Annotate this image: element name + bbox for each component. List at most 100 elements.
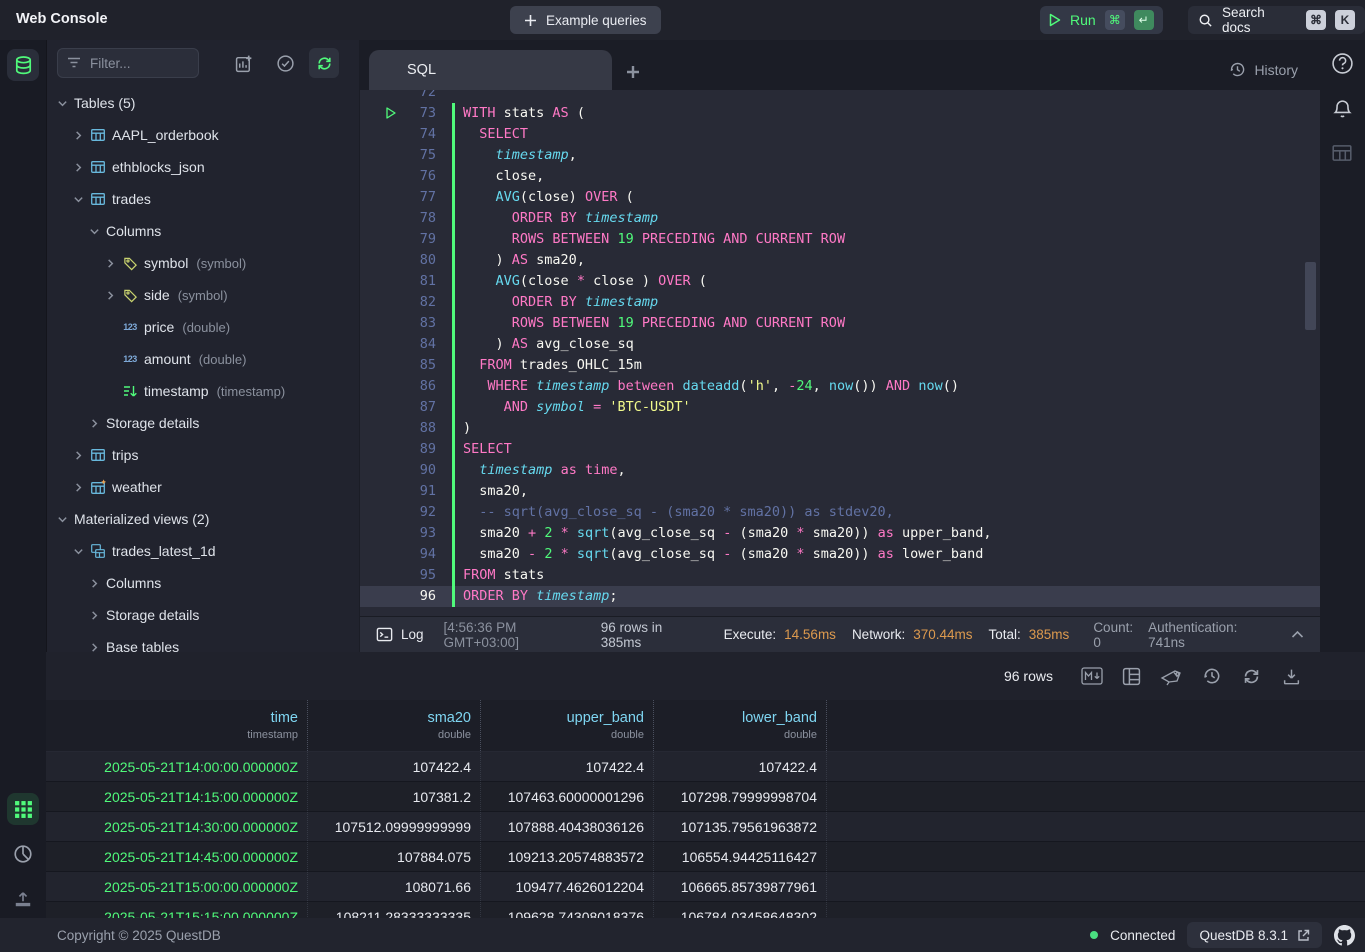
code-line-82[interactable]: 82 ORDER BY timestamp	[360, 292, 1320, 313]
table-icon	[90, 159, 106, 175]
column-header-sma20[interactable]: sma20 double	[308, 700, 481, 751]
line-number: 90	[360, 460, 446, 481]
tree-item-storage-details[interactable]: Storage details	[47, 407, 359, 439]
search-docs-button[interactable]: Search docs ⌘ K	[1188, 6, 1365, 34]
total-time: 385ms	[1029, 627, 1070, 642]
code-line-90[interactable]: 90 timestamp as time,	[360, 460, 1320, 481]
refresh-schema-button[interactable]	[309, 48, 339, 78]
result-panel-toggle[interactable]	[1331, 142, 1353, 164]
explain-plan-icon[interactable]	[1160, 665, 1183, 688]
table-suspended-icon	[90, 479, 107, 496]
editor-scrollbar-thumb[interactable]	[1305, 262, 1316, 330]
example-queries-button[interactable]: Example queries	[510, 6, 661, 34]
code-line-89[interactable]: 89 SELECT	[360, 439, 1320, 460]
value-cell: 109213.20574883572	[481, 842, 654, 871]
run-button[interactable]: Run ⌘ ↵	[1040, 6, 1163, 34]
chart-view-toggle[interactable]	[7, 838, 39, 870]
sidebar-header	[47, 40, 359, 86]
table-row[interactable]: 2025-05-21T14:45:00.000000Z107884.075109…	[46, 842, 1365, 872]
code-line-72[interactable]: 72	[360, 90, 1320, 103]
table-row[interactable]: 2025-05-21T15:00:00.000000Z108071.661094…	[46, 872, 1365, 902]
grid-layout-icon[interactable]	[1120, 665, 1143, 688]
code-line-76[interactable]: 76 close,	[360, 166, 1320, 187]
github-button[interactable]	[1334, 925, 1355, 946]
schema-sidebar: Tables (5) AAPL_orderbook ethblocks_json…	[46, 40, 359, 652]
column-header-lower_band[interactable]: lower_band double	[654, 700, 827, 751]
tree-item-storage-details[interactable]: Storage details	[47, 599, 359, 631]
version-link[interactable]: QuestDB 8.3.1	[1187, 922, 1322, 948]
grid-view-toggle[interactable]	[7, 793, 39, 825]
tree-item-amount[interactable]: 123 amount(double)	[47, 343, 359, 375]
timestamp-cell: 2025-05-21T15:15:00.000000Z	[46, 902, 308, 918]
history-button[interactable]: History	[1229, 61, 1298, 78]
code-line-92[interactable]: 92 -- sqrt(avg_close_sq - (sma20 * sma20…	[360, 502, 1320, 523]
tab-sql[interactable]: SQL	[369, 50, 612, 90]
code-line-73[interactable]: 73 WITH stats AS (	[360, 103, 1320, 124]
github-icon	[1334, 925, 1355, 946]
code-line-93[interactable]: 93 sma20 + 2 * sqrt(avg_close_sq - (sma2…	[360, 523, 1320, 544]
import-files-button[interactable]	[7, 883, 39, 915]
app-title: Web Console	[16, 11, 108, 27]
grid-icon	[14, 800, 33, 819]
markdown-copy-icon[interactable]	[1080, 665, 1103, 688]
table-row[interactable]: 2025-05-21T15:15:00.000000Z108211.283333…	[46, 902, 1365, 918]
code-line-96[interactable]: 96 ORDER BY timestamp;	[360, 586, 1320, 607]
tree-item-symbol[interactable]: symbol(symbol)	[47, 247, 359, 279]
code-line-83[interactable]: 83 ROWS BETWEEN 19 PRECEDING AND CURRENT…	[360, 313, 1320, 334]
tree-item-trips[interactable]: trips	[47, 439, 359, 471]
code-line-86[interactable]: 86 WHERE timestamp between dateadd('h', …	[360, 376, 1320, 397]
collapse-log-icon[interactable]	[1291, 630, 1304, 639]
code-line-74[interactable]: 74 SELECT	[360, 124, 1320, 145]
notifications-button[interactable]	[1331, 98, 1354, 121]
add-metrics-icon[interactable]	[235, 54, 254, 73]
code-line-85[interactable]: 85 FROM trades_OHLC_15m	[360, 355, 1320, 376]
query-history-icon[interactable]	[1200, 665, 1223, 688]
table-row[interactable]: 2025-05-21T14:15:00.000000Z107381.210746…	[46, 782, 1365, 812]
column-header-time[interactable]: time timestamp	[46, 700, 308, 751]
tree-item-timestamp[interactable]: timestamp(timestamp)	[47, 375, 359, 407]
run-query-marker[interactable]	[386, 107, 396, 119]
code-line-87[interactable]: 87 AND symbol = 'BTC-USDT'	[360, 397, 1320, 418]
new-tab-icon[interactable]	[626, 65, 640, 79]
chevron-right-icon	[73, 482, 84, 493]
tree-item-weather[interactable]: weather	[47, 471, 359, 503]
line-number: 78	[360, 208, 446, 229]
code-line-80[interactable]: 80 ) AS sma20,	[360, 250, 1320, 271]
code-editor-area[interactable]: 72 73 WITH stats AS ( 74 SELECT 75 times…	[360, 90, 1320, 616]
code-line-94[interactable]: 94 sma20 - 2 * sqrt(avg_close_sq - (sma2…	[360, 544, 1320, 565]
code-line-81[interactable]: 81 AVG(close * close ) OVER (	[360, 271, 1320, 292]
tree-item-tables-5-[interactable]: Tables (5)	[47, 87, 359, 119]
help-button[interactable]	[1331, 52, 1354, 75]
tree-item-columns[interactable]: Columns	[47, 215, 359, 247]
tree-item-base-tables[interactable]: Base tables	[47, 631, 359, 652]
refresh-results-icon[interactable]	[1240, 665, 1263, 688]
value-cell: 107381.2	[308, 782, 481, 811]
value-cell: 106665.85739877961	[654, 872, 827, 901]
code-line-78[interactable]: 78 ORDER BY timestamp	[360, 208, 1320, 229]
code-line-77[interactable]: 77 AVG(close) OVER (	[360, 187, 1320, 208]
value-cell: 107422.4	[654, 752, 827, 781]
connection-status: Connected	[1110, 928, 1175, 943]
tree-item-trades[interactable]: trades	[47, 183, 359, 215]
tree-item-aapl-orderbook[interactable]: AAPL_orderbook	[47, 119, 359, 151]
column-header-upper_band[interactable]: upper_band double	[481, 700, 654, 751]
tree-item-side[interactable]: side(symbol)	[47, 279, 359, 311]
tree-item-columns[interactable]: Columns	[47, 567, 359, 599]
table-row[interactable]: 2025-05-21T14:00:00.000000Z107422.410742…	[46, 752, 1365, 782]
code-line-75[interactable]: 75 timestamp,	[360, 145, 1320, 166]
code-line-91[interactable]: 91 sma20,	[360, 481, 1320, 502]
table-icon	[90, 191, 106, 207]
tables-panel-toggle[interactable]	[7, 49, 39, 81]
tree-item-trades-latest-1d[interactable]: trades_latest_1d	[47, 535, 359, 567]
code-line-84[interactable]: 84 ) AS avg_close_sq	[360, 334, 1320, 355]
table-row[interactable]: 2025-05-21T14:30:00.000000Z107512.099999…	[46, 812, 1365, 842]
code-line-79[interactable]: 79 ROWS BETWEEN 19 PRECEDING AND CURRENT…	[360, 229, 1320, 250]
check-circle-icon[interactable]	[276, 54, 295, 73]
tree-item-ethblocks-json[interactable]: ethblocks_json	[47, 151, 359, 183]
download-csv-icon[interactable]	[1280, 665, 1303, 688]
code-line-88[interactable]: 88 )	[360, 418, 1320, 439]
tree-item-materialized-views-2-[interactable]: Materialized views (2)	[47, 503, 359, 535]
log-label[interactable]: Log	[401, 627, 424, 642]
code-line-95[interactable]: 95 FROM stats	[360, 565, 1320, 586]
tree-item-price[interactable]: 123 price(double)	[47, 311, 359, 343]
